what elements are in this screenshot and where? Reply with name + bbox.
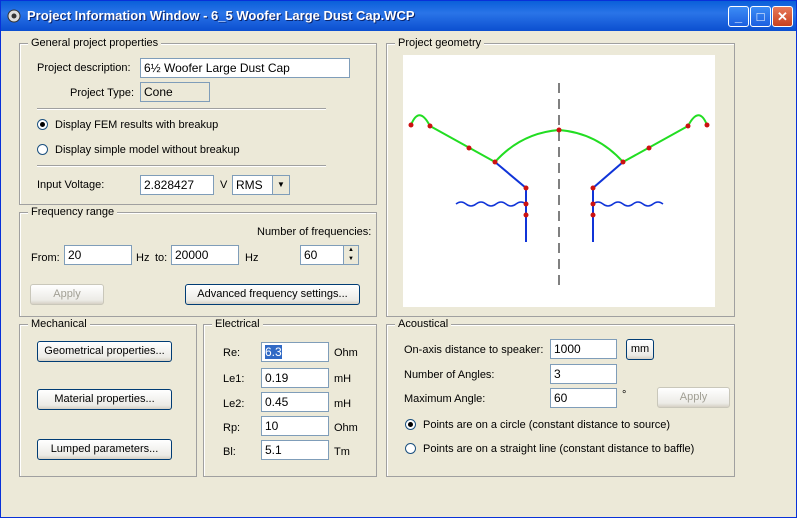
voltage-mode-value: RMS [236,178,263,192]
number-of-angles-label: Number of Angles: [404,369,495,381]
project-description-input[interactable]: 6½ Woofer Large Dust Cap [140,58,350,78]
chevron-down-icon[interactable]: ▼ [272,176,289,194]
advanced-frequency-settings-button[interactable]: Advanced frequency settings... [185,284,360,305]
on-axis-distance-input[interactable]: 1000 [550,339,617,359]
geometrical-properties-button[interactable]: Geometrical properties... [37,341,172,362]
acoustical-label: Acoustical [395,318,452,331]
bl-unit: Tm [334,446,350,458]
re-input[interactable]: 6.3 [261,342,329,362]
input-voltage-field[interactable]: 2.828427 [140,175,214,195]
separator [37,108,326,110]
re-label: Re: [223,347,241,359]
re-value: 6.3 [265,345,282,359]
app-icon [7,9,21,23]
le1-label: Le1: [223,373,245,385]
input-voltage-label: Input Voltage: [37,179,105,191]
maximum-angle-label: Maximum Angle: [404,393,486,405]
spider-left [455,201,527,207]
voltage-unit-label: V [220,179,228,191]
frequency-to-input[interactable]: 20000 [171,245,239,265]
frequency-apply-button[interactable]: Apply [30,284,104,305]
project-type-label: Project Type: [70,87,134,99]
mechanical-label: Mechanical [28,318,90,331]
hz-unit-label: Hz [136,252,150,264]
number-of-frequencies-stepper[interactable]: 60 ▲ ▼ [300,245,359,265]
le2-label: Le2: [223,398,245,410]
close-button[interactable]: ✕ [772,6,793,27]
geometry-canvas [403,55,715,307]
frequency-from-input[interactable]: 20 [64,245,132,265]
bl-label: Bl: [223,446,236,458]
rp-input[interactable]: 10 [261,416,329,436]
radio-points-line-label[interactable]: Points are on a straight line (constant … [423,442,694,456]
number-of-angles-input[interactable]: 3 [550,364,617,384]
frequency-range-label: Frequency range [28,206,118,219]
bl-input[interactable]: 5.1 [261,440,329,460]
radio-fem-breakup[interactable] [37,119,48,130]
minimize-button[interactable]: _ [728,6,749,27]
acoustical-apply-button[interactable]: Apply [657,387,730,408]
window-title: Project Information Window - 6_5 Woofer … [27,8,415,23]
rp-label: Rp: [223,422,241,434]
number-of-frequencies-value: 60 [304,248,318,262]
radio-simple-model[interactable] [37,144,48,155]
spider-right [592,201,664,207]
spin-up-icon[interactable]: ▲ [344,246,358,255]
project-type-field: Cone [140,82,210,102]
number-of-frequencies-label: Number of frequencies: [257,226,372,238]
spin-down-icon[interactable]: ▼ [344,255,358,264]
project-information-window: Project Information Window - 6_5 Woofer … [0,0,797,518]
title-bar[interactable]: Project Information Window - 6_5 Woofer … [1,1,796,31]
re-unit: Ohm [334,347,358,359]
from-label: From: [31,252,60,264]
radio-fem-breakup-label[interactable]: Display FEM results with breakup [55,118,218,132]
radio-points-circle[interactable] [405,419,416,430]
electrical-label: Electrical [212,318,263,331]
voltage-mode-select[interactable]: RMS ▼ [232,175,290,195]
radio-points-line[interactable] [405,443,416,454]
spin-buttons[interactable]: ▲ ▼ [343,246,358,264]
speaker-geometry-drawing [408,83,710,285]
material-properties-button[interactable]: Material properties... [37,389,172,410]
le1-input[interactable]: 0.19 [261,368,329,388]
maximum-angle-input[interactable]: 60 [550,388,617,408]
distance-unit-button[interactable]: mm [626,339,654,360]
general-properties-label: General project properties [28,37,162,50]
le2-unit: mH [334,398,352,410]
hz-unit-label: Hz [245,252,259,264]
separator [37,165,326,167]
rp-unit: Ohm [334,422,358,434]
maximize-button[interactable]: □ [750,6,771,27]
to-label: to: [155,252,168,264]
radio-simple-model-label[interactable]: Display simple model without breakup [55,143,240,157]
project-geometry-label: Project geometry [395,37,485,50]
radio-points-circle-label[interactable]: Points are on a circle (constant distanc… [423,418,670,432]
lumped-parameters-button[interactable]: Lumped parameters... [37,439,172,460]
le1-unit: mH [334,373,352,385]
on-axis-distance-label: On-axis distance to speaker: [404,344,544,356]
project-description-label: Project description: [37,62,131,74]
degree-symbol: ° [622,389,627,401]
le2-input[interactable]: 0.45 [261,392,329,412]
